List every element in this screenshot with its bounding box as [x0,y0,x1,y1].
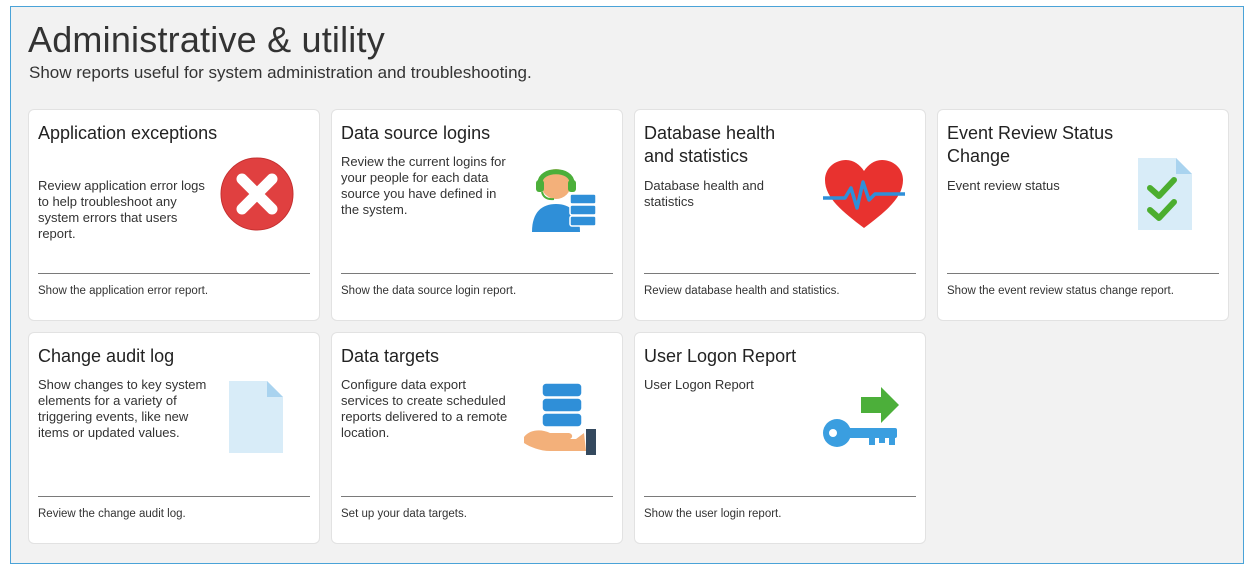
card-link[interactable]: Show the user login report. [644,508,781,520]
page-title: Administrative & utility [28,19,385,60]
card-link[interactable]: Show the data source login report. [341,285,516,297]
card-application-exceptions[interactable]: Application exceptions Review applicatio… [28,109,320,321]
card-description: Show changes to key system elements for … [38,377,207,440]
error-x-icon [219,156,295,232]
card-change-audit-log[interactable]: Change audit log Show changes to key sys… [28,332,320,544]
admin-utility-panel: Administrative & utility Show reports us… [10,6,1244,564]
card-description: Database health and statistics [644,178,764,209]
card-description: Review application error logs to help tr… [38,178,205,241]
card-title: User Logon Report [644,346,797,366]
card-title: Change audit log [38,346,175,366]
card-data-targets[interactable]: Data targets Configure data export servi… [331,332,623,544]
document-checkmarks-icon [1136,156,1194,232]
card-title: Database health and statistics [644,123,776,166]
page-subtitle: Show reports useful for system administr… [29,63,532,82]
card-title: Application exceptions [38,123,218,143]
key-arrow-icon [821,385,901,451]
card-database-health[interactable]: Database health and statistics Database … [634,109,926,321]
heart-pulse-icon [823,158,905,230]
card-divider [341,273,613,274]
card-title: Event Review Status Change [947,123,1114,166]
card-title: Data source logins [341,123,491,143]
card-link[interactable]: Show the application error report. [38,285,208,297]
card-description: Event review status [947,178,1060,193]
user-headset-database-icon [526,154,598,234]
card-link[interactable]: Review the change audit log. [38,508,186,520]
card-link[interactable]: Show the event review status change repo… [947,285,1174,297]
card-link[interactable]: Set up your data targets. [341,508,467,520]
hand-database-icon [520,381,600,457]
card-divider [644,496,916,497]
card-description: Configure data export services to create… [341,377,508,440]
card-description: Review the current logins for your peopl… [341,154,506,217]
card-user-logon-report[interactable]: User Logon Report User Logon Report Show… [634,332,926,544]
card-title: Data targets [341,346,440,366]
card-event-review-status-change[interactable]: Event Review Status Change Event review … [937,109,1229,321]
card-divider [644,273,916,274]
card-data-source-logins[interactable]: Data source logins Review the current lo… [331,109,623,321]
card-description: User Logon Report [644,377,754,392]
card-link[interactable]: Review database health and statistics. [644,285,840,297]
card-divider [947,273,1219,274]
card-divider [38,273,310,274]
card-divider [341,496,613,497]
card-divider [38,496,310,497]
blank-document-icon [227,379,285,455]
